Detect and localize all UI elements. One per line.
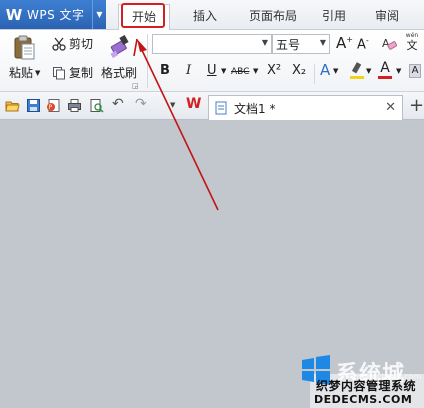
watermark-url: DEDECMS.COM [314,393,413,406]
annotation-arrow [133,38,219,211]
watermark-cn-text: 织梦内容管理系统 [316,379,417,393]
